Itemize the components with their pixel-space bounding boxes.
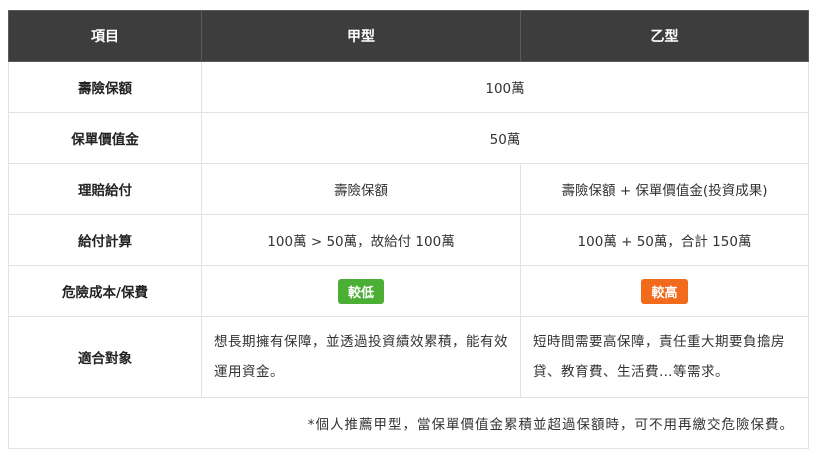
payout-type-b: 壽險保額 + 保單價值金(投資成果) bbox=[520, 163, 809, 215]
table-row: 適合對象 想長期擁有保障，並透過投資績效累積，能有效運用資金。 短時間需要高保障… bbox=[8, 316, 809, 398]
header-type-a: 甲型 bbox=[201, 10, 521, 62]
table-row: 保單價值金 50萬 bbox=[8, 112, 809, 164]
row-label: 給付計算 bbox=[8, 214, 202, 266]
row-label: 理賠給付 bbox=[8, 163, 202, 215]
footnote-row: *個人推薦甲型，當保單價值金累積並超過保額時，可不用再繳交危險保費。 bbox=[8, 397, 809, 449]
suitable-type-b-text: 短時間需要高保障，責任重大期要負擔房貸、教育費、生活費…等需求。 bbox=[533, 334, 785, 380]
low-badge: 較低 bbox=[337, 278, 384, 304]
table-row: 壽險保額 100萬 bbox=[8, 61, 809, 113]
row-label: 適合對象 bbox=[8, 316, 202, 398]
suitable-type-a: 想長期擁有保障，並透過投資績效累積，能有效運用資金。 bbox=[201, 316, 521, 398]
table-row: 給付計算 100萬 > 50萬，故給付 100萬 100萬 + 50萬，合計 1… bbox=[8, 214, 809, 266]
comparison-table: 項目 甲型 乙型 壽險保額 100萬 保單價值金 50萬 理賠給付 壽險保額 壽… bbox=[8, 10, 809, 449]
cash-value-value: 50萬 bbox=[201, 112, 809, 164]
footnote: *個人推薦甲型，當保單價值金累積並超過保額時，可不用再繳交危險保費。 bbox=[8, 397, 809, 449]
header-row: 項目 甲型 乙型 bbox=[8, 10, 809, 62]
calc-type-b: 100萬 + 50萬，合計 150萬 bbox=[520, 214, 809, 266]
row-label: 保單價值金 bbox=[8, 112, 202, 164]
row-label: 危險成本/保費 bbox=[8, 265, 202, 317]
suitable-type-a-text: 想長期擁有保障，並透過投資績效累積，能有效運用資金。 bbox=[214, 334, 508, 380]
calc-type-a: 100萬 > 50萬，故給付 100萬 bbox=[201, 214, 521, 266]
suitable-type-b: 短時間需要高保障，責任重大期要負擔房貸、教育費、生活費…等需求。 bbox=[520, 316, 809, 398]
row-label: 壽險保額 bbox=[8, 61, 202, 113]
payout-type-a: 壽險保額 bbox=[201, 163, 521, 215]
header-type-b: 乙型 bbox=[520, 10, 809, 62]
risk-cost-type-b: 較高 bbox=[520, 265, 809, 317]
risk-cost-type-a: 較低 bbox=[201, 265, 521, 317]
header-item: 項目 bbox=[8, 10, 202, 62]
table-row: 理賠給付 壽險保額 壽險保額 + 保單價值金(投資成果) bbox=[8, 163, 809, 215]
sum-insured-value: 100萬 bbox=[201, 61, 809, 113]
high-badge: 較高 bbox=[641, 278, 688, 304]
table-row: 危險成本/保費 較低 較高 bbox=[8, 265, 809, 317]
